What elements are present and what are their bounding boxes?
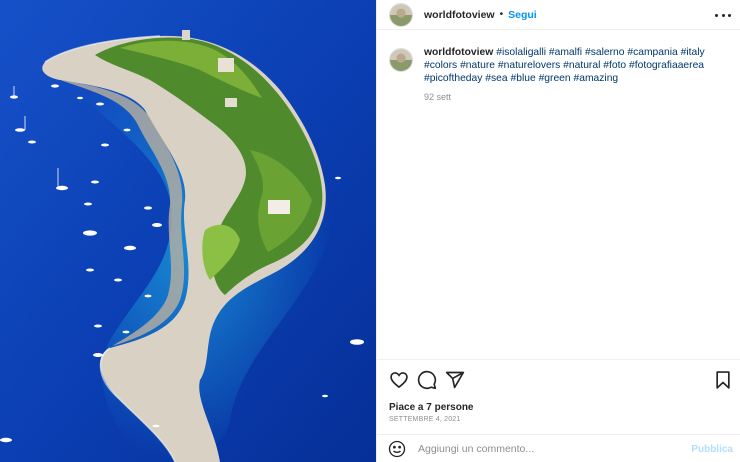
hashtag-link[interactable]: #blue bbox=[511, 73, 536, 84]
hashtag-link[interactable]: #nature bbox=[460, 60, 495, 71]
heart-icon[interactable] bbox=[389, 370, 409, 390]
separator-dot: • bbox=[499, 9, 504, 20]
username[interactable]: worldfotoview bbox=[424, 9, 495, 21]
comment-icon[interactable] bbox=[417, 370, 437, 390]
caption-username[interactable]: worldfotoview bbox=[424, 47, 493, 58]
action-bar bbox=[377, 359, 740, 399]
follow-button[interactable]: Segui bbox=[508, 9, 537, 21]
hashtag-link[interactable]: #amazing bbox=[574, 73, 619, 84]
emoji-icon[interactable] bbox=[388, 440, 406, 458]
hashtag-link[interactable]: #fotografiaaerea bbox=[629, 60, 704, 71]
hashtag-link[interactable]: #italy bbox=[681, 47, 705, 58]
post-header: worldfotoview • Segui bbox=[377, 0, 740, 30]
caption-text: worldfotoview #isolaligalli #amalfi #sale… bbox=[424, 46, 724, 85]
share-icon[interactable] bbox=[445, 370, 465, 390]
post-photo[interactable] bbox=[0, 0, 376, 462]
post-time[interactable]: 92 sett bbox=[424, 92, 724, 102]
avatar[interactable] bbox=[389, 2, 413, 27]
comment-input[interactable] bbox=[418, 442, 688, 455]
hashtag-link[interactable]: #picoftheday bbox=[424, 73, 482, 84]
caption-body: worldfotoview #isolaligalli #amalfi #sale… bbox=[424, 46, 724, 102]
post-date: SETTEMBRE 4, 2021 bbox=[389, 416, 461, 423]
hashtag-link[interactable]: #green bbox=[539, 73, 571, 84]
hashtag-link[interactable]: #sea bbox=[485, 73, 507, 84]
hashtag-link[interactable]: #amalfi bbox=[549, 47, 582, 58]
hashtag-link[interactable]: #natural bbox=[563, 60, 600, 71]
bookmark-icon[interactable] bbox=[713, 370, 733, 390]
post-caption: worldfotoview #isolaligalli #amalfi #sale… bbox=[389, 46, 729, 102]
hashtag-link[interactable]: #salerno bbox=[585, 47, 625, 58]
hashtag-link[interactable]: #foto bbox=[603, 60, 626, 71]
hashtag-link[interactable]: #naturelovers bbox=[498, 60, 560, 71]
comment-box: Pubblica bbox=[377, 434, 740, 462]
instagram-post: worldfotoview • Segui worldfotoview #isol… bbox=[0, 0, 740, 462]
likes-count[interactable]: Piace a 7 persone bbox=[389, 402, 474, 413]
more-horizontal-icon[interactable] bbox=[715, 8, 731, 22]
hashtag-link[interactable]: #campania bbox=[627, 47, 677, 58]
hashtag-link[interactable]: #isolaligalli bbox=[496, 47, 546, 58]
island-aerial-image bbox=[0, 0, 376, 462]
hashtag-link[interactable]: #colors bbox=[424, 60, 457, 71]
publish-button[interactable]: Pubblica bbox=[691, 444, 733, 455]
avatar[interactable] bbox=[389, 48, 413, 72]
post-side-panel: worldfotoview • Segui worldfotoview #isol… bbox=[376, 0, 740, 462]
